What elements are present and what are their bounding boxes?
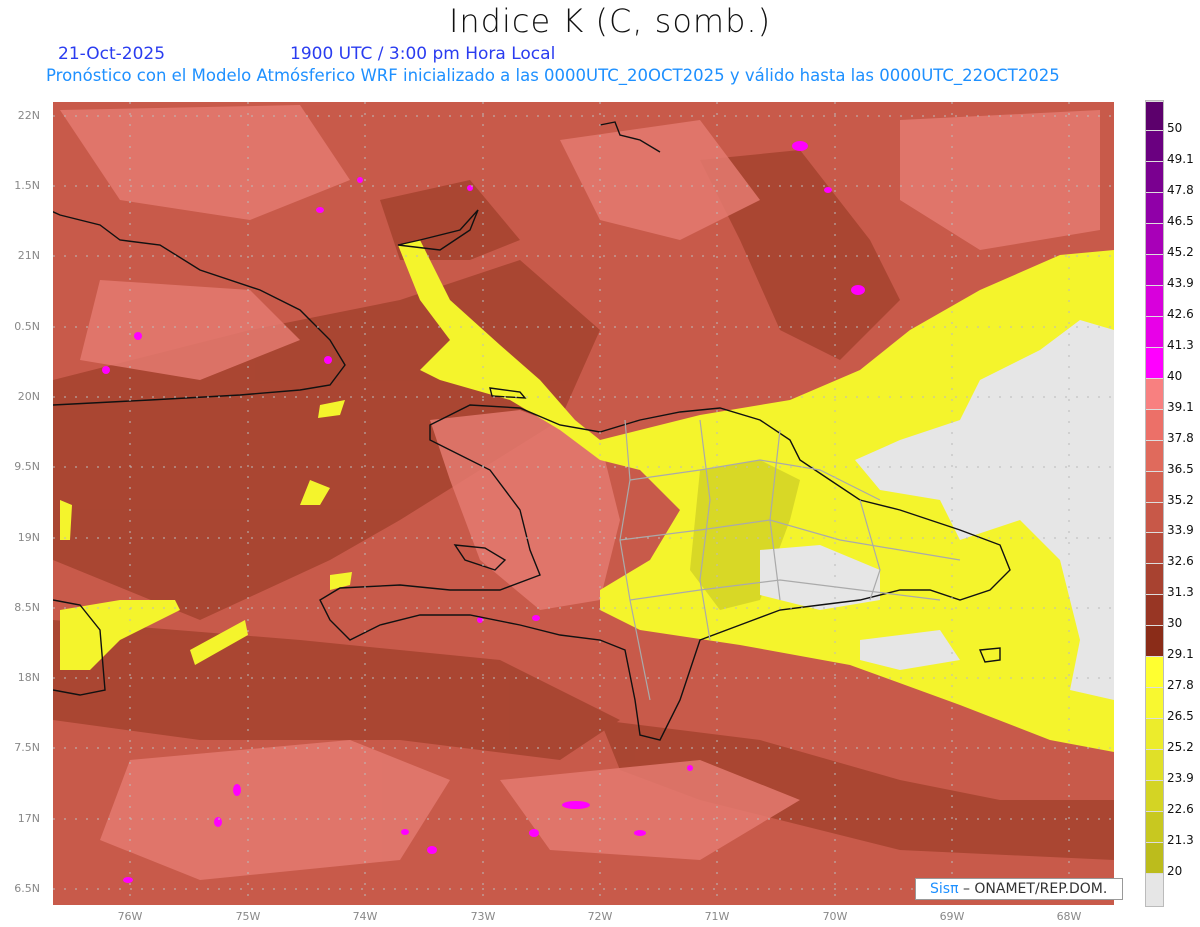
colorbar-segment bbox=[1146, 222, 1163, 254]
lat-label: 1.5N bbox=[14, 179, 40, 192]
lat-label: 22N bbox=[17, 109, 40, 122]
colorbar-segment bbox=[1146, 253, 1163, 285]
colorbar-label: 29.1 bbox=[1167, 647, 1194, 662]
lon-label: 72W bbox=[587, 910, 613, 923]
lon-label: 70W bbox=[822, 910, 848, 923]
credit-text: – ONAMET/REP.DOM. bbox=[962, 881, 1108, 897]
colorbar-segment bbox=[1146, 315, 1163, 347]
colorbar-segment bbox=[1146, 749, 1163, 781]
colorbar-label: 39.1 bbox=[1167, 399, 1194, 414]
lon-label: 75W bbox=[235, 910, 261, 923]
colorbar-segment bbox=[1146, 718, 1163, 750]
colorbar-segment bbox=[1146, 532, 1163, 564]
colorbar-label: 33.9 bbox=[1167, 523, 1194, 538]
credit-box: Sisπ – ONAMET/REP.DOM. bbox=[915, 878, 1123, 900]
colorbar-segment bbox=[1146, 687, 1163, 719]
colorbar-segment bbox=[1146, 346, 1163, 378]
colorbar-segment bbox=[1146, 470, 1163, 502]
colorbar-segment bbox=[1146, 811, 1163, 843]
colorbar-label: 20 bbox=[1167, 864, 1183, 879]
lat-label: 0.5N bbox=[14, 320, 40, 333]
colorbar-segment bbox=[1146, 625, 1163, 657]
k-index-map bbox=[53, 102, 1114, 905]
colorbar-label: 26.5 bbox=[1167, 709, 1194, 724]
lat-label: 7.5N bbox=[14, 741, 40, 754]
colorbar-segment bbox=[1146, 842, 1163, 874]
colorbar-label: 22.6 bbox=[1167, 802, 1194, 817]
lat-label: 20N bbox=[17, 390, 40, 403]
colorbar-label: 32.6 bbox=[1167, 554, 1194, 569]
lat-label: 17N bbox=[17, 812, 40, 825]
colorbar-label: 25.2 bbox=[1167, 740, 1194, 755]
colorbar-label: 21.3 bbox=[1167, 833, 1194, 848]
lat-label: 6.5N bbox=[14, 882, 40, 895]
lon-label: 74W bbox=[352, 910, 378, 923]
lon-label: 69W bbox=[939, 910, 965, 923]
colorbar-segment bbox=[1146, 563, 1163, 595]
colorbar-segment bbox=[1146, 439, 1163, 471]
colorbar-segment bbox=[1146, 656, 1163, 688]
colorbar-label: 36.5 bbox=[1167, 461, 1194, 476]
colorbar-segment bbox=[1146, 284, 1163, 316]
colorbar-label: 46.5 bbox=[1167, 213, 1194, 228]
colorbar-label: 49.1 bbox=[1167, 151, 1194, 166]
colorbar-label: 43.9 bbox=[1167, 275, 1194, 290]
colorbar-label: 47.8 bbox=[1167, 182, 1194, 197]
lat-label: 8.5N bbox=[14, 601, 40, 614]
colorbar-label: 50 bbox=[1167, 121, 1183, 135]
colorbar-segment bbox=[1146, 191, 1163, 223]
colorbar-segment bbox=[1146, 501, 1163, 533]
colorbar-label: 42.6 bbox=[1167, 306, 1194, 321]
colorbar-label: 40 bbox=[1167, 368, 1183, 383]
sispi-logo: Sisπ bbox=[930, 881, 959, 897]
colorbar-segment bbox=[1146, 101, 1163, 130]
colorbar-segment bbox=[1146, 594, 1163, 626]
lon-label: 73W bbox=[470, 910, 496, 923]
colorbar-label: 45.2 bbox=[1167, 244, 1194, 259]
colorbar-segment bbox=[1146, 408, 1163, 440]
colorbar-label: 35.2 bbox=[1167, 492, 1194, 507]
colorbar-label: 23.9 bbox=[1167, 771, 1194, 786]
colorbar-label: 27.8 bbox=[1167, 678, 1194, 693]
lon-label: 71W bbox=[704, 910, 730, 923]
lon-label: 68W bbox=[1056, 910, 1082, 923]
lat-label: 21N bbox=[17, 249, 40, 262]
lon-label: 76W bbox=[117, 910, 143, 923]
colorbar-label: 37.8 bbox=[1167, 430, 1194, 445]
colorbar-segment bbox=[1146, 780, 1163, 812]
colorbar bbox=[1145, 100, 1164, 907]
colorbar-segment bbox=[1146, 130, 1163, 161]
colorbar-segment bbox=[1146, 873, 1163, 906]
colorbar-label: 31.3 bbox=[1167, 585, 1194, 600]
colorbar-label: 30 bbox=[1167, 616, 1183, 631]
colorbar-segment bbox=[1146, 377, 1163, 409]
colorbar-segment bbox=[1146, 160, 1163, 192]
lat-label: 18N bbox=[17, 671, 40, 684]
lat-label: 19N bbox=[17, 531, 40, 544]
colorbar-label: 41.3 bbox=[1167, 337, 1194, 352]
lat-label: 9.5N bbox=[14, 460, 40, 473]
